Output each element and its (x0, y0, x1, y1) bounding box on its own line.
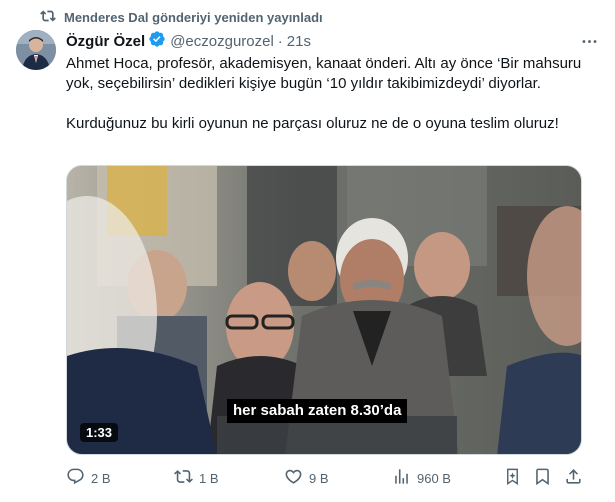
author-name[interactable]: Özgür Özel (66, 33, 145, 50)
repost-text: Menderes Dal gönderiyi yeniden yayınladı (64, 10, 323, 25)
grok-button[interactable] (503, 467, 522, 489)
bookmark-icon (533, 467, 552, 489)
like-button[interactable]: 9 B (284, 467, 329, 489)
separator-dot: · (277, 32, 283, 50)
tweet-paragraph: Ahmet Hoca, profesör, akademisyen, kanaa… (66, 55, 582, 92)
views-button[interactable]: 960 B (392, 467, 451, 489)
grok-sparkle-icon (503, 467, 522, 489)
share-button[interactable] (564, 467, 583, 489)
avatar[interactable] (16, 30, 56, 70)
heart-icon (284, 467, 303, 489)
video-player[interactable]: her sabah zaten 8.30’da 1:33 (66, 165, 582, 455)
video-subtitle: her sabah zaten 8.30’da (227, 399, 408, 423)
more-options-icon[interactable] (579, 31, 599, 51)
video-duration-badge: 1:33 (80, 423, 119, 442)
reply-icon (66, 467, 85, 489)
reply-button[interactable]: 2 B (66, 467, 111, 489)
retweet-icon (174, 467, 193, 489)
tweet-actions: 2 B 1 B 9 B 960 B (66, 466, 599, 490)
repost-indicator[interactable]: Menderes Dal gönderiyi yeniden yayınladı (40, 8, 323, 27)
bookmark-button[interactable] (533, 467, 552, 489)
verified-badge-icon (145, 30, 166, 52)
reply-count: 2 B (91, 470, 111, 486)
share-icon (564, 467, 583, 489)
tweet-header: Özgür Özel @eczozgurozel · 21s (66, 31, 599, 51)
tweet-text: Ahmet Hoca, profesör, akademisyen, kanaa… (66, 54, 586, 134)
tweet-paragraph: Kurduğunuz bu kirli oyunun ne parçası ol… (66, 115, 559, 132)
repost-count: 1 B (199, 470, 219, 486)
view-count: 960 B (417, 470, 451, 486)
repost-icon (40, 8, 56, 27)
views-chart-icon (392, 467, 411, 489)
like-count: 9 B (309, 470, 329, 486)
timestamp[interactable]: 21s (287, 33, 311, 50)
repost-button[interactable]: 1 B (174, 467, 219, 489)
author-handle[interactable]: @eczozgurozel (170, 33, 274, 50)
